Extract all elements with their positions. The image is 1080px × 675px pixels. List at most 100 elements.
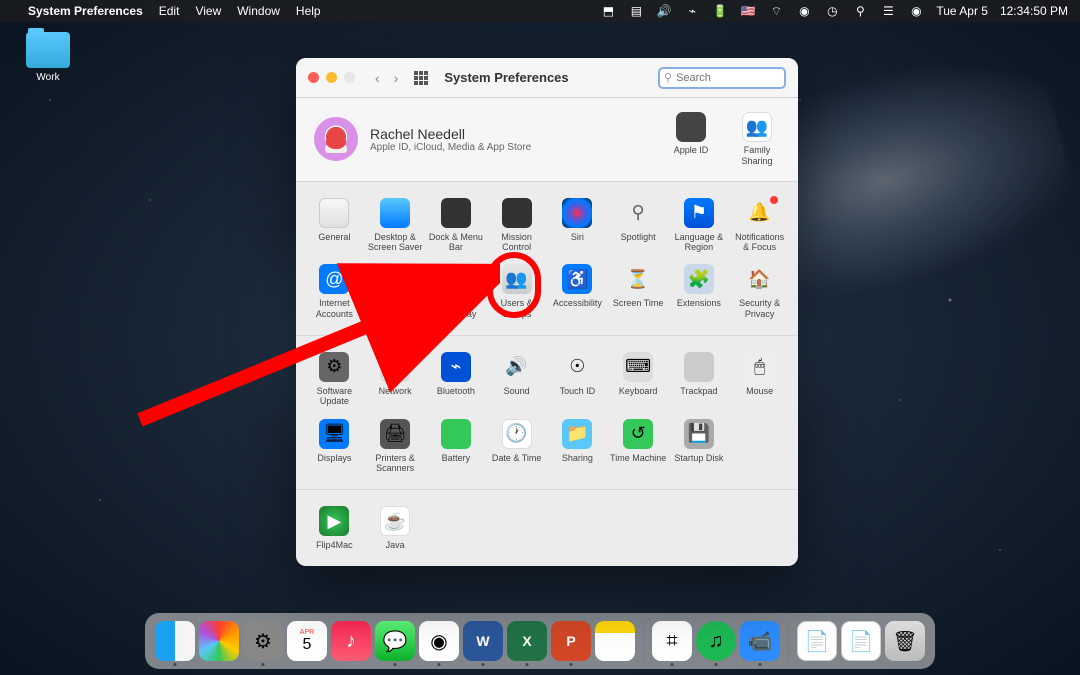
pref-time-machine[interactable]: ↺Time Machine — [608, 413, 669, 480]
user-avatar[interactable] — [314, 117, 358, 161]
pref-users-groups[interactable]: 👥Users & Groups — [486, 258, 547, 325]
pref-accessibility[interactable]: ♿Accessibility — [547, 258, 608, 325]
control-center-icon[interactable]: ☰ — [880, 3, 896, 19]
pref-software-update[interactable]: ⚙Software Update — [304, 346, 365, 413]
menubar-date[interactable]: Tue Apr 5 — [936, 4, 988, 18]
pref-displays[interactable]: 🖥Displays — [304, 413, 365, 480]
search-input[interactable] — [676, 72, 780, 84]
dock-file-2[interactable]: 📄 — [841, 621, 881, 661]
pref-keyboard[interactable]: ⌨Keyboard — [608, 346, 669, 413]
battery-pref-icon — [441, 419, 471, 449]
pref-bluetooth[interactable]: ⌁Bluetooth — [426, 346, 487, 413]
minimize-button[interactable] — [326, 72, 337, 83]
dock-music[interactable]: ♪ — [331, 621, 371, 661]
keyboard-icon: ⌨ — [623, 352, 653, 382]
menubar-time[interactable]: 12:34:50 PM — [1000, 4, 1068, 18]
pref-touch-id[interactable]: ☉Touch ID — [547, 346, 608, 413]
pref-spotlight[interactable]: ⚲Spotlight — [608, 192, 669, 259]
pref-desktop[interactable]: Desktop & Screen Saver — [365, 192, 426, 259]
search-icon: ⚲ — [664, 71, 672, 84]
pref-language[interactable]: ⚑Language & Region — [669, 192, 730, 259]
pref-dock[interactable]: Dock & Menu Bar — [426, 192, 487, 259]
language-icon: ⚑ — [684, 198, 714, 228]
globe-icon: 🌐 — [380, 352, 410, 382]
clock-icon[interactable]: ◷ — [824, 3, 840, 19]
dock-word[interactable]: W — [463, 621, 503, 661]
dropbox-icon[interactable]: ⬒ — [600, 3, 616, 19]
menubar-app-name[interactable]: System Preferences — [28, 4, 143, 18]
menu-edit[interactable]: Edit — [159, 4, 180, 18]
pref-family-sharing[interactable]: 👥 Family Sharing — [734, 112, 780, 167]
pref-apple-id[interactable]: Apple ID — [668, 112, 714, 167]
dock-messages[interactable]: 💬 — [375, 621, 415, 661]
apple-id-label: Apple ID — [668, 145, 714, 156]
desktop-folder-work[interactable]: Work — [18, 32, 78, 83]
pref-date-time[interactable]: 🕐Date & Time — [486, 413, 547, 480]
pref-extensions[interactable]: 🧩Extensions — [669, 258, 730, 325]
pref-sound[interactable]: 🔊Sound — [486, 346, 547, 413]
pref-mission-control[interactable]: Mission Control — [486, 192, 547, 259]
dock-zoom[interactable]: 📹 — [740, 621, 780, 661]
pref-flip4mac[interactable]: ▶Flip4Mac — [304, 500, 365, 566]
menu-view[interactable]: View — [195, 4, 221, 18]
pref-sharing[interactable]: 📁Sharing — [547, 413, 608, 480]
backup-icon[interactable]: ▤ — [628, 3, 644, 19]
bluetooth-icon[interactable]: ⌁ — [684, 3, 700, 19]
battery-icon[interactable]: 🔋 — [712, 3, 728, 19]
users-icon: 👥 — [502, 264, 532, 294]
show-all-button[interactable] — [414, 71, 428, 85]
at-icon: @ — [319, 264, 349, 294]
house-icon: 🏠 — [745, 264, 775, 294]
menu-help[interactable]: Help — [296, 4, 321, 18]
pref-wallet[interactable]: Wallet & Apple Pay — [426, 258, 487, 325]
dock-slack[interactable]: ⌗ — [652, 621, 692, 661]
flag-icon[interactable]: 🇺🇸 — [740, 3, 756, 19]
folder-label: Work — [18, 72, 78, 83]
apple-id-icon — [676, 112, 706, 142]
pref-java[interactable]: ☕Java — [365, 500, 426, 566]
dock-calendar[interactable]: APR5 — [287, 621, 327, 661]
pref-siri[interactable]: Siri — [547, 192, 608, 259]
pref-internet-accounts[interactable]: @Internet Accounts — [304, 258, 365, 325]
pref-printers[interactable]: 🖨Printers & Scanners — [365, 413, 426, 480]
accessibility-icon: ♿ — [562, 264, 592, 294]
family-sharing-label: Family Sharing — [734, 145, 780, 167]
time-machine-icon: ↺ — [623, 419, 653, 449]
dock-system-preferences[interactable]: ⚙ — [243, 621, 283, 661]
pref-mouse[interactable]: 🖱Mouse — [729, 346, 790, 413]
forward-button[interactable]: › — [394, 70, 399, 86]
system-preferences-window: ‹ › System Preferences ⚲ Rachel Needell … — [296, 58, 798, 566]
pref-passwords[interactable]: 🔑Passwords — [365, 258, 426, 325]
pref-network[interactable]: 🌐Network — [365, 346, 426, 413]
pref-screen-time[interactable]: ⏳Screen Time — [608, 258, 669, 325]
siri-icon[interactable]: ◉ — [908, 3, 924, 19]
pref-trackpad[interactable]: Trackpad — [669, 346, 730, 413]
dock-spotify[interactable]: ♫ — [696, 621, 736, 661]
pref-general[interactable]: General — [304, 192, 365, 259]
mouse-icon: 🖱 — [745, 352, 775, 382]
spotlight-icon[interactable]: ⚲ — [852, 3, 868, 19]
dock-icon — [441, 198, 471, 228]
search-field-wrap[interactable]: ⚲ — [658, 67, 786, 89]
dock-trash[interactable]: 🗑 — [885, 621, 925, 661]
back-button[interactable]: ‹ — [375, 70, 380, 86]
dock-powerpoint[interactable]: P — [551, 621, 591, 661]
user-icon[interactable]: ◉ — [796, 3, 812, 19]
pref-battery[interactable]: Battery — [426, 413, 487, 480]
pref-section-2: ⚙Software Update 🌐Network ⌁Bluetooth 🔊So… — [296, 335, 798, 489]
pref-notifications[interactable]: 🔔Notifications & Focus — [729, 192, 790, 259]
dock-finder[interactable] — [155, 621, 195, 661]
trackpad-icon — [684, 352, 714, 382]
dock-chrome[interactable]: ◉ — [419, 621, 459, 661]
wifi-icon[interactable]: ⌔ — [768, 3, 784, 19]
dock-notes[interactable] — [595, 621, 635, 661]
volume-icon[interactable]: 🔊 — [656, 3, 672, 19]
pref-security[interactable]: 🏠Security & Privacy — [729, 258, 790, 325]
pref-startup-disk[interactable]: 💾Startup Disk — [669, 413, 730, 480]
close-button[interactable] — [308, 72, 319, 83]
dock-file-1[interactable]: 📄 — [797, 621, 837, 661]
dock-launchpad[interactable] — [199, 621, 239, 661]
menu-window[interactable]: Window — [237, 4, 280, 18]
maximize-button[interactable] — [344, 72, 355, 83]
dock-excel[interactable]: X — [507, 621, 547, 661]
